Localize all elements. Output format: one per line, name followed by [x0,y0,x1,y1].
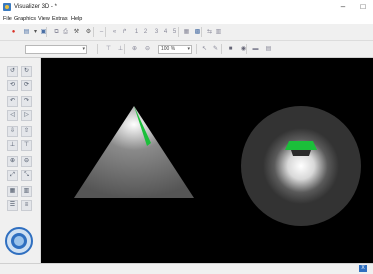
grid-b-icon[interactable]: ▥ [21,186,32,197]
toolbar-separator [93,27,94,37]
toolbar-separator [246,44,247,54]
move-down-icon[interactable]: ⇩ [7,126,18,137]
settings-icon[interactable]: ⚙ [84,28,93,37]
align-floor-icon[interactable]: ⊥ [7,140,18,151]
turn-right-icon[interactable]: ↷ [21,96,32,107]
grid-icon[interactable]: ▦ [182,28,191,37]
rotate-ccw-icon[interactable]: ↺ [7,66,18,77]
table-icon[interactable]: ▥ [214,28,223,37]
layers-b-icon[interactable]: ≡ [21,200,32,211]
view-4-icon[interactable]: 4 [161,28,170,37]
layers-a-icon[interactable]: ☰ [7,200,18,211]
rotate-x-icon[interactable]: ⟲ [7,80,18,91]
view-1-icon[interactable]: 1 [132,28,141,37]
window-title: Visualizer 3D - * [14,4,57,10]
layer-select[interactable]: ▾ [25,45,87,54]
expand-icon[interactable]: ↱ [120,28,129,37]
open-icon[interactable]: ▤ [22,28,31,37]
list-icon[interactable]: ▤ [264,45,273,54]
chevron-down-icon: ▾ [82,46,85,52]
secondary-toolbar: ▾ 100 % ▾ ⊤ ⊥ ⊕ ⊖ ↖ ✎ ■ ◉ ▬ ▤ [0,41,373,58]
line-icon[interactable]: ▬ [251,45,260,54]
rotate-y-icon[interactable]: ⟳ [21,80,32,91]
app-icon [3,3,11,11]
menu-file[interactable]: File [3,15,12,23]
toolbar-separator [105,27,106,37]
toolbar-separator [46,27,47,37]
pointer-icon[interactable]: ↖ [200,45,209,54]
navigation-dial[interactable] [4,226,34,256]
block-icon[interactable]: ■ [226,45,235,54]
move-up-icon[interactable]: ⇧ [21,126,32,137]
menu-graphics[interactable]: Graphics [14,15,36,23]
zoom-out-icon[interactable]: ⊖ [143,45,152,54]
zoom-out-icon[interactable]: ⊖ [21,156,32,167]
zoom-in-icon[interactable]: ⊕ [130,45,139,54]
sphere-shape [241,106,361,226]
menu-bar: File Graphics View Extras Help [0,14,373,24]
view-2-icon[interactable]: 2 [141,28,150,37]
slope-down-icon[interactable]: ⤡ [21,170,32,181]
title-bar: Visualizer 3D - * – □ [0,0,373,14]
3d-viewport[interactable] [41,58,373,263]
zoom-in-icon[interactable]: ⊕ [7,156,18,167]
move-right-icon[interactable]: ▷ [21,110,32,121]
menu-help[interactable]: Help [71,15,82,23]
toolbar-separator [221,44,222,54]
menu-extras[interactable]: Extras [52,15,68,23]
align-ceiling-icon[interactable]: ⊤ [21,140,32,151]
move-left-icon[interactable]: ◁ [7,110,18,121]
turn-left-icon[interactable]: ↶ [7,96,18,107]
zoom-value: 100 % [161,46,176,52]
toolbar-separator [97,44,98,54]
toolbar-separator [124,44,125,54]
print-icon[interactable]: ⎙ [61,28,70,37]
status-close-button[interactable]: X [359,265,367,272]
shrink-icon[interactable]: « [110,28,119,37]
align-top-icon[interactable]: ⊤ [104,45,113,54]
view-3-icon[interactable]: 3 [152,28,161,37]
grid-a-icon[interactable]: ▦ [7,186,18,197]
main-toolbar: ● ▤ ▾ ▣ ⧉ ⎙ ⚒ ⚙ – «↱ 1 2 3 4 5 ▦ ▩ ⇆ ▥ [0,24,373,41]
zoom-select[interactable]: 100 % ▾ [158,45,192,54]
toolbar-separator [196,44,197,54]
maximize-button[interactable]: □ [353,0,373,14]
chevron-down-icon: ▾ [187,46,190,52]
transfer-icon[interactable]: ⇆ [205,28,214,37]
minimize-button[interactable]: – [333,0,353,14]
rotate-cw-icon[interactable]: ↻ [21,66,32,77]
copy-icon[interactable]: ⧉ [52,28,61,37]
pyramid-shape [74,106,194,198]
stop-icon[interactable]: ● [9,28,18,37]
tools-icon[interactable]: ⚒ [72,28,81,37]
menu-view[interactable]: View [38,15,50,23]
status-bar: X [0,263,373,274]
slope-up-icon[interactable]: ⤢ [7,170,18,181]
left-tool-panel: ↺ ↻ ⟲ ⟳ ↶ ↷ ◁ ▷ ⇩ ⇧ ⊥ ⊤ ⊕ ⊖ ⤢ ⤡ ▦ ▥ ☰ ≡ [0,58,41,263]
toolbar-separator [178,27,179,37]
toolbar-separator [201,27,202,37]
brush-icon[interactable]: ✎ [211,45,220,54]
